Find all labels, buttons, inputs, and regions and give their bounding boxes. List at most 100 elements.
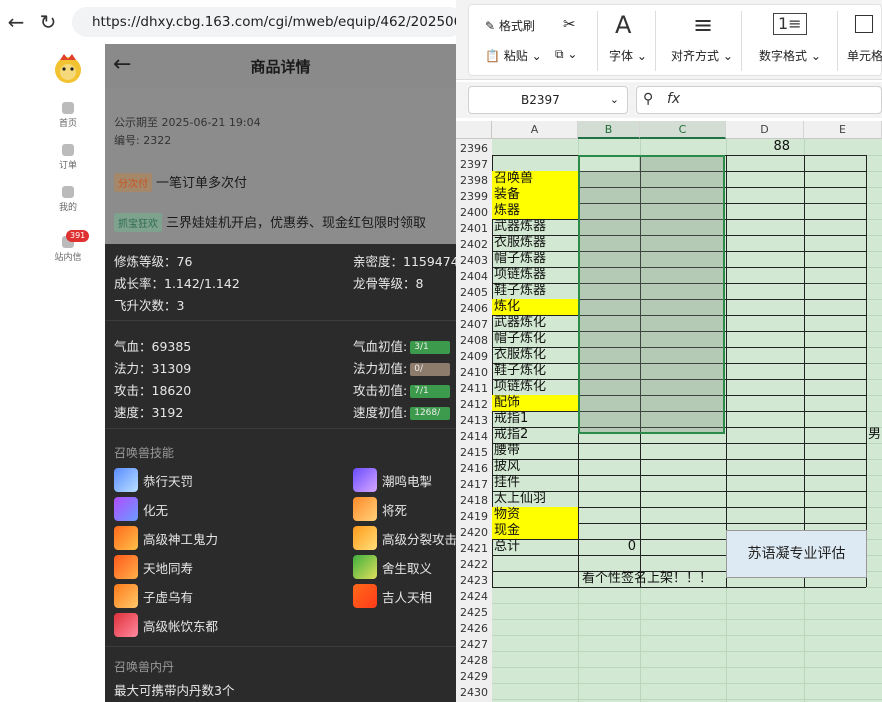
cell-f-overflow[interactable]: 男 xyxy=(866,427,882,443)
row-header[interactable]: 2417 xyxy=(456,477,492,493)
number-format-button[interactable]: 数字格式 ⌄ xyxy=(759,47,821,64)
cell-a[interactable]: 项链炼器 xyxy=(492,267,578,283)
cut-icon[interactable]: ✂ xyxy=(563,15,576,33)
cell-a[interactable]: 总计 xyxy=(492,539,578,555)
row-header[interactable]: 2425 xyxy=(456,605,492,621)
cell-a[interactable]: 项链炼化 xyxy=(492,379,578,395)
cell-b-note[interactable]: 看个性签名上架！！！ xyxy=(580,571,730,587)
column-header-a[interactable]: A xyxy=(492,121,578,139)
row-header[interactable]: 2427 xyxy=(456,637,492,653)
row-header[interactable]: 2413 xyxy=(456,413,492,429)
cell-a[interactable]: 帽子炼器 xyxy=(492,251,578,267)
promo-row[interactable]: 抓宝狂欢 三界娃娃机开启，优惠券、现金红包限时领取 xyxy=(114,212,426,232)
cell-a[interactable]: 衣服炼化 xyxy=(492,347,578,363)
row-header[interactable]: 2401 xyxy=(456,221,492,237)
row-header[interactable]: 2423 xyxy=(456,573,492,589)
row-header[interactable]: 2405 xyxy=(456,285,492,301)
evaluation-textbox[interactable]: 苏语凝专业评估 xyxy=(726,530,867,578)
cell-a[interactable]: 披风 xyxy=(492,459,578,475)
cell-a[interactable]: 戒指1 xyxy=(492,411,578,427)
row-header[interactable]: 2414 xyxy=(456,429,492,445)
row-header[interactable]: 2424 xyxy=(456,589,492,605)
row-header[interactable]: 2404 xyxy=(456,269,492,285)
reload-icon[interactable]: ↻ xyxy=(34,8,62,36)
name-box[interactable]: B2397 ⌄ xyxy=(468,86,628,114)
column-header-e[interactable]: E xyxy=(804,121,882,139)
cell-a[interactable]: 戒指2 xyxy=(492,427,578,443)
skill-item[interactable]: 恭行天罚 xyxy=(114,468,193,492)
skill-item[interactable]: 天地同寿 xyxy=(114,555,193,579)
skill-item[interactable]: 高级神工鬼力 xyxy=(114,526,218,550)
row-header[interactable]: 2422 xyxy=(456,557,492,573)
row-header[interactable]: 2418 xyxy=(456,493,492,509)
column-header-d[interactable]: D xyxy=(726,121,804,139)
skill-item[interactable]: 高级分裂攻击 xyxy=(353,526,456,550)
cell-a[interactable]: 装备 xyxy=(492,187,578,203)
skill-item[interactable]: 将死 xyxy=(353,497,407,521)
cell-a[interactable]: 配饰 xyxy=(492,395,578,411)
active-cell[interactable] xyxy=(580,157,639,171)
skill-item[interactable]: 高级帐饮东都 xyxy=(114,613,218,637)
cell-a[interactable]: 太上仙羽 xyxy=(492,491,578,507)
cell-a[interactable]: 召唤兽 xyxy=(492,171,578,187)
cell-a[interactable]: 鞋子炼化 xyxy=(492,363,578,379)
font-button[interactable]: 字体 ⌄ xyxy=(609,47,647,64)
row-header[interactable]: 2411 xyxy=(456,381,492,397)
selection-range[interactable] xyxy=(578,155,725,434)
format-painter-button[interactable]: ✎ 格式刷 xyxy=(485,17,535,34)
row-header[interactable]: 2419 xyxy=(456,509,492,525)
cell-b[interactable]: 0 xyxy=(578,539,640,555)
row-header[interactable]: 2409 xyxy=(456,349,492,365)
skill-item[interactable]: 潮鸣电掣 xyxy=(353,468,432,492)
cells-button[interactable]: 单元格 xyxy=(847,47,882,64)
row-header[interactable]: 2399 xyxy=(456,189,492,205)
formula-input[interactable]: ⚲ fx xyxy=(636,86,882,114)
cell-a[interactable]: 武器炼化 xyxy=(492,315,578,331)
row-header[interactable]: 2397 xyxy=(456,157,492,173)
alignment-button[interactable]: 对齐方式 ⌄ xyxy=(671,47,733,64)
row-header[interactable]: 2408 xyxy=(456,333,492,349)
cell-grid[interactable]: 88 召唤兽 装备 炼器 武器炼器 衣服炼器 帽子炼器 项链炼器 鞋子炼器 炼化 武器炼化 帽子炼化衣… xyxy=(492,139,882,702)
column-header-c[interactable]: C xyxy=(640,121,726,139)
nav-item-home[interactable]: 首页 xyxy=(44,102,92,129)
row-header[interactable]: 2412 xyxy=(456,397,492,413)
select-all-corner[interactable] xyxy=(456,121,492,139)
cell-a[interactable]: 帽子炼化 xyxy=(492,331,578,347)
cell-a[interactable]: 衣服炼器 xyxy=(492,235,578,251)
copy-icon[interactable]: ⧉ ⌄ xyxy=(555,47,577,62)
installment-row[interactable]: 分次付 一笔订单多次付 xyxy=(114,172,247,192)
cell-a[interactable]: 腰带 xyxy=(492,443,578,459)
nav-item-orders[interactable]: 订单 xyxy=(44,144,92,171)
row-header[interactable]: 2400 xyxy=(456,205,492,221)
skill-item[interactable]: 吉人天相 xyxy=(353,584,432,608)
row-header[interactable]: 2430 xyxy=(456,685,492,701)
row-header[interactable]: 2416 xyxy=(456,461,492,477)
row-header[interactable]: 2398 xyxy=(456,173,492,189)
cell-a[interactable]: 鞋子炼器 xyxy=(492,283,578,299)
cell-a[interactable]: 炼器 xyxy=(492,203,578,219)
column-header-b[interactable]: B xyxy=(578,121,640,139)
skill-item[interactable]: 子虚乌有 xyxy=(114,584,193,608)
row-header[interactable]: 2403 xyxy=(456,253,492,269)
row-header[interactable]: 2407 xyxy=(456,317,492,333)
skill-item[interactable]: 化无 xyxy=(114,497,168,521)
cell-a[interactable]: 挂件 xyxy=(492,475,578,491)
row-header[interactable]: 2402 xyxy=(456,237,492,253)
row-header[interactable]: 2428 xyxy=(456,653,492,669)
nav-item-mine[interactable]: 我的 xyxy=(44,186,92,213)
row-header[interactable]: 2429 xyxy=(456,669,492,685)
row-header[interactable]: 2415 xyxy=(456,445,492,461)
back-arrow-icon[interactable]: ← xyxy=(2,8,30,36)
row-header[interactable]: 2396 xyxy=(456,141,492,157)
cell-a[interactable]: 武器炼器 xyxy=(492,219,578,235)
cell-a[interactable]: 物资 xyxy=(492,507,578,523)
row-header[interactable]: 2406 xyxy=(456,301,492,317)
paste-button[interactable]: 📋 粘贴 ⌄ xyxy=(485,47,542,64)
cell-a[interactable]: 现金 xyxy=(492,523,578,539)
row-header[interactable]: 2420 xyxy=(456,525,492,541)
skill-item[interactable]: 舍生取义 xyxy=(353,555,432,579)
row-header[interactable]: 2426 xyxy=(456,621,492,637)
cell-a[interactable]: 炼化 xyxy=(492,299,578,315)
cell-d[interactable]: 88 xyxy=(726,139,804,155)
row-header[interactable]: 2421 xyxy=(456,541,492,557)
